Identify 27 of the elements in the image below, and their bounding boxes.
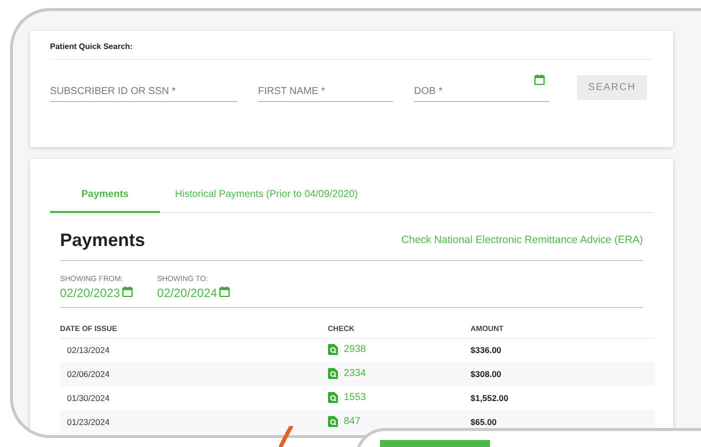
tab[interactable]: Payments <box>50 179 160 213</box>
check-link[interactable]: 2938 <box>344 342 366 357</box>
table-cell: $1,552.00 <box>470 386 655 410</box>
section-heading: Payments <box>60 229 146 252</box>
date-value: 02/20/2024 <box>157 285 218 302</box>
era-link[interactable]: Check National Electronic Remittance Advice (ERA) <box>401 232 643 248</box>
document-search-icon[interactable] <box>328 392 338 403</box>
table-cell: $336.00 <box>470 338 655 362</box>
table-cell: 01/23/2024 <box>60 410 328 434</box>
check-link[interactable]: 2334 <box>344 366 366 381</box>
tab[interactable]: Historical Payments (Prior to 04/09/2020) <box>160 179 373 213</box>
table-cell: 01/30/2024 <box>60 386 328 410</box>
pen-stroke <box>279 426 293 447</box>
table-cell: 02/06/2024 <box>60 362 328 386</box>
calendar-icon[interactable] <box>122 286 134 298</box>
document-search-icon[interactable] <box>328 344 338 355</box>
card-title: Patient Quick Search: <box>50 41 653 60</box>
check-link[interactable]: 1553 <box>344 390 366 405</box>
calendar-icon[interactable] <box>219 286 230 298</box>
input-field[interactable]: SUBSCRIBER ID OR SSN * <box>50 82 237 102</box>
calendar-icon[interactable] <box>534 74 545 85</box>
table-cell: $308.00 <box>470 362 655 386</box>
input-field[interactable]: FIRST NAME * <box>258 82 393 102</box>
table-cell: 02/13/2024 <box>60 338 328 362</box>
input-field[interactable]: DOB * <box>414 82 549 102</box>
date-value: 02/20/2023 <box>60 285 120 302</box>
check-link[interactable]: 847 <box>344 414 360 429</box>
